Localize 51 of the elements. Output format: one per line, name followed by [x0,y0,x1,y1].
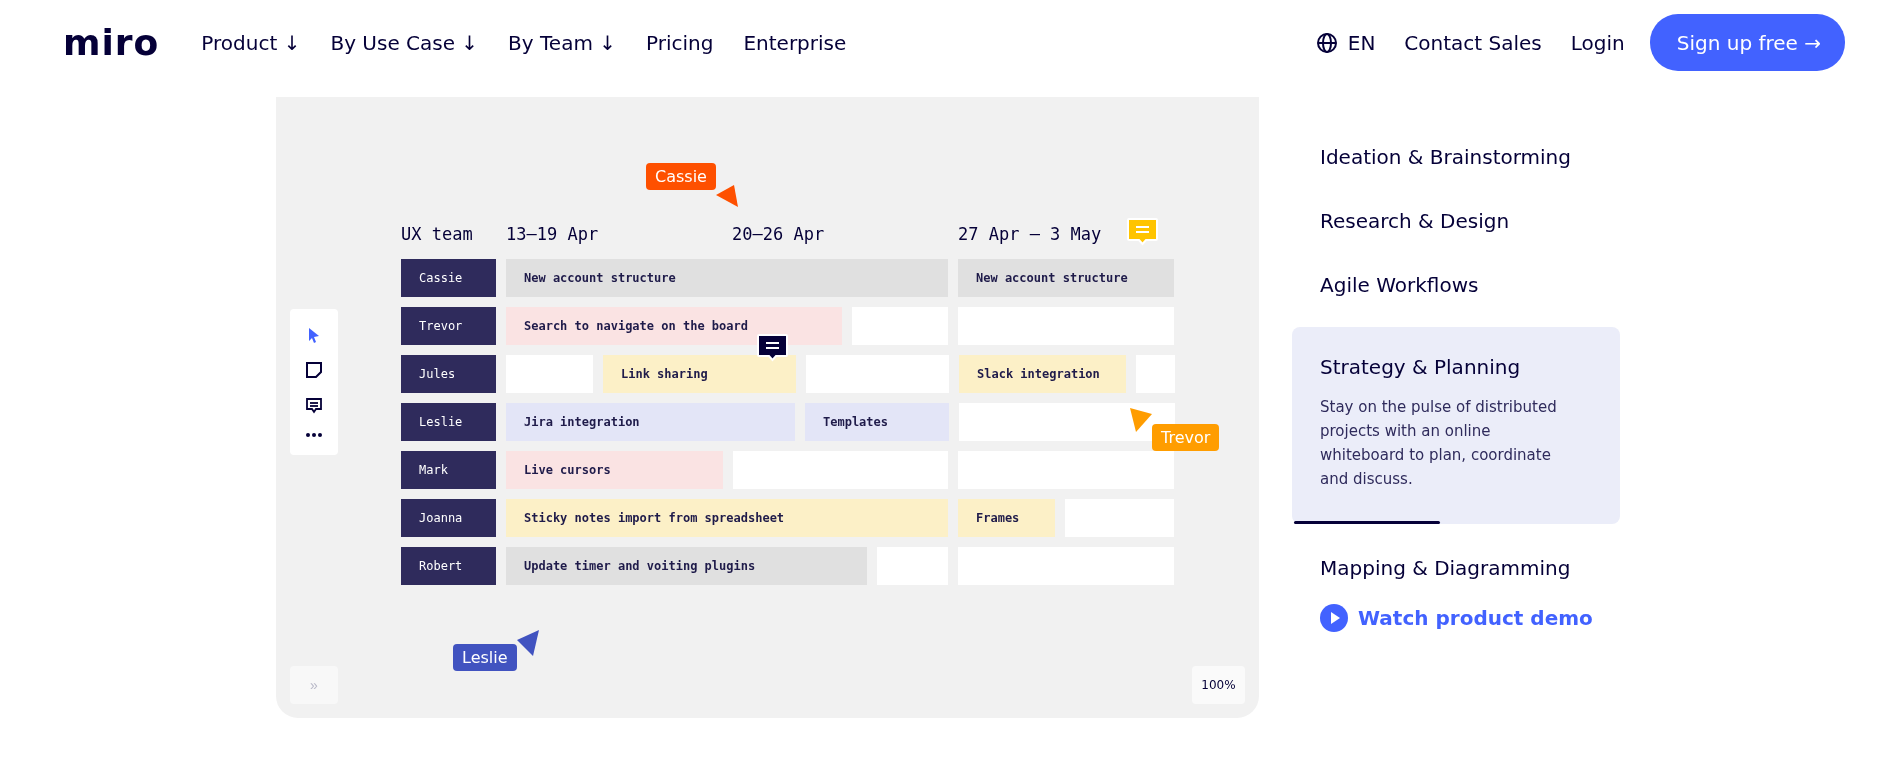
pointer-icon[interactable] [308,326,320,343]
team-label: UX team [401,224,474,244]
member-label: Trevor [401,307,496,345]
comment-icon[interactable] [306,397,322,414]
nav-link[interactable]: Pricing [646,30,714,55]
use-case-tab[interactable]: Mapping & Diagramming [1292,536,1620,600]
sticky-note-icon[interactable] [306,362,322,379]
task-card[interactable]: Slack integration [959,355,1126,393]
member-label: Leslie [401,403,496,441]
use-case-card[interactable]: Strategy & Planning Stay on the pulse of distributed projects with an online whiteboard to plan, coordinate and discuss. [1292,327,1620,524]
task-card[interactable]: Frames [958,499,1055,537]
member-label: Jules [401,355,496,393]
demo-label: Watch product demo [1358,606,1593,630]
cursor-label: Trevor [1152,424,1220,451]
use-case-tab[interactable]: Research & Design [1292,189,1620,253]
nav-link[interactable]: Product ↓ [201,30,301,55]
task-card[interactable]: Search to navigate on the board [506,307,842,345]
week-label: 13–19 Apr [506,224,600,244]
week-label: 27 Apr – 3 May [958,224,1102,244]
task-card[interactable]: Jira integration [506,403,795,441]
member-label: Cassie [401,259,496,297]
globe-icon[interactable] [1315,31,1338,54]
contact-link[interactable]: Contact Sales [1404,30,1542,55]
task-card[interactable]: Live cursors [506,451,723,489]
week-label: 20–26 Apr [732,224,826,244]
task-card[interactable]: New account structure [958,259,1174,297]
task-card[interactable]: New account structure [506,259,948,297]
member-label: Joanna [401,499,496,537]
zoom-button[interactable]: 100% [1192,666,1245,704]
nav-link[interactable]: Enterprise [743,30,847,55]
cursor-label: Cassie [646,163,716,190]
task-card[interactable]: Templates [805,403,949,441]
cursor-label: Leslie [453,644,517,671]
use-case-title: Strategy & Planning [1320,355,1522,379]
member-label: Mark [401,451,496,489]
login-link[interactable]: Login [1570,30,1625,55]
logo[interactable]: miro [63,22,160,63]
signup-button[interactable]: Sign up free → [1649,14,1845,71]
demo-link[interactable]: Watch product demo [1292,604,1652,632]
task-card[interactable]: Update timer and voiting plugins [506,547,867,585]
use-case-tab[interactable]: Agile Workflows [1292,253,1620,317]
use-case-description: Stay on the pulse of distributed projects with an online whiteboard to plan, coordinate and discuss. [1320,397,1558,490]
language-link[interactable]: EN [1347,30,1376,55]
more-icon[interactable] [306,433,322,438]
play-icon [1320,604,1348,632]
nav-link[interactable]: By Team ↓ [508,30,616,55]
nav-link[interactable]: By Use Case ↓ [330,30,479,55]
task-card[interactable]: Sticky notes import from spreadsheet [506,499,948,537]
task-card[interactable]: Link sharing [603,355,796,393]
member-label: Robert [401,547,496,585]
use-case-tab[interactable]: Ideation & Brainstorming [1292,125,1620,189]
